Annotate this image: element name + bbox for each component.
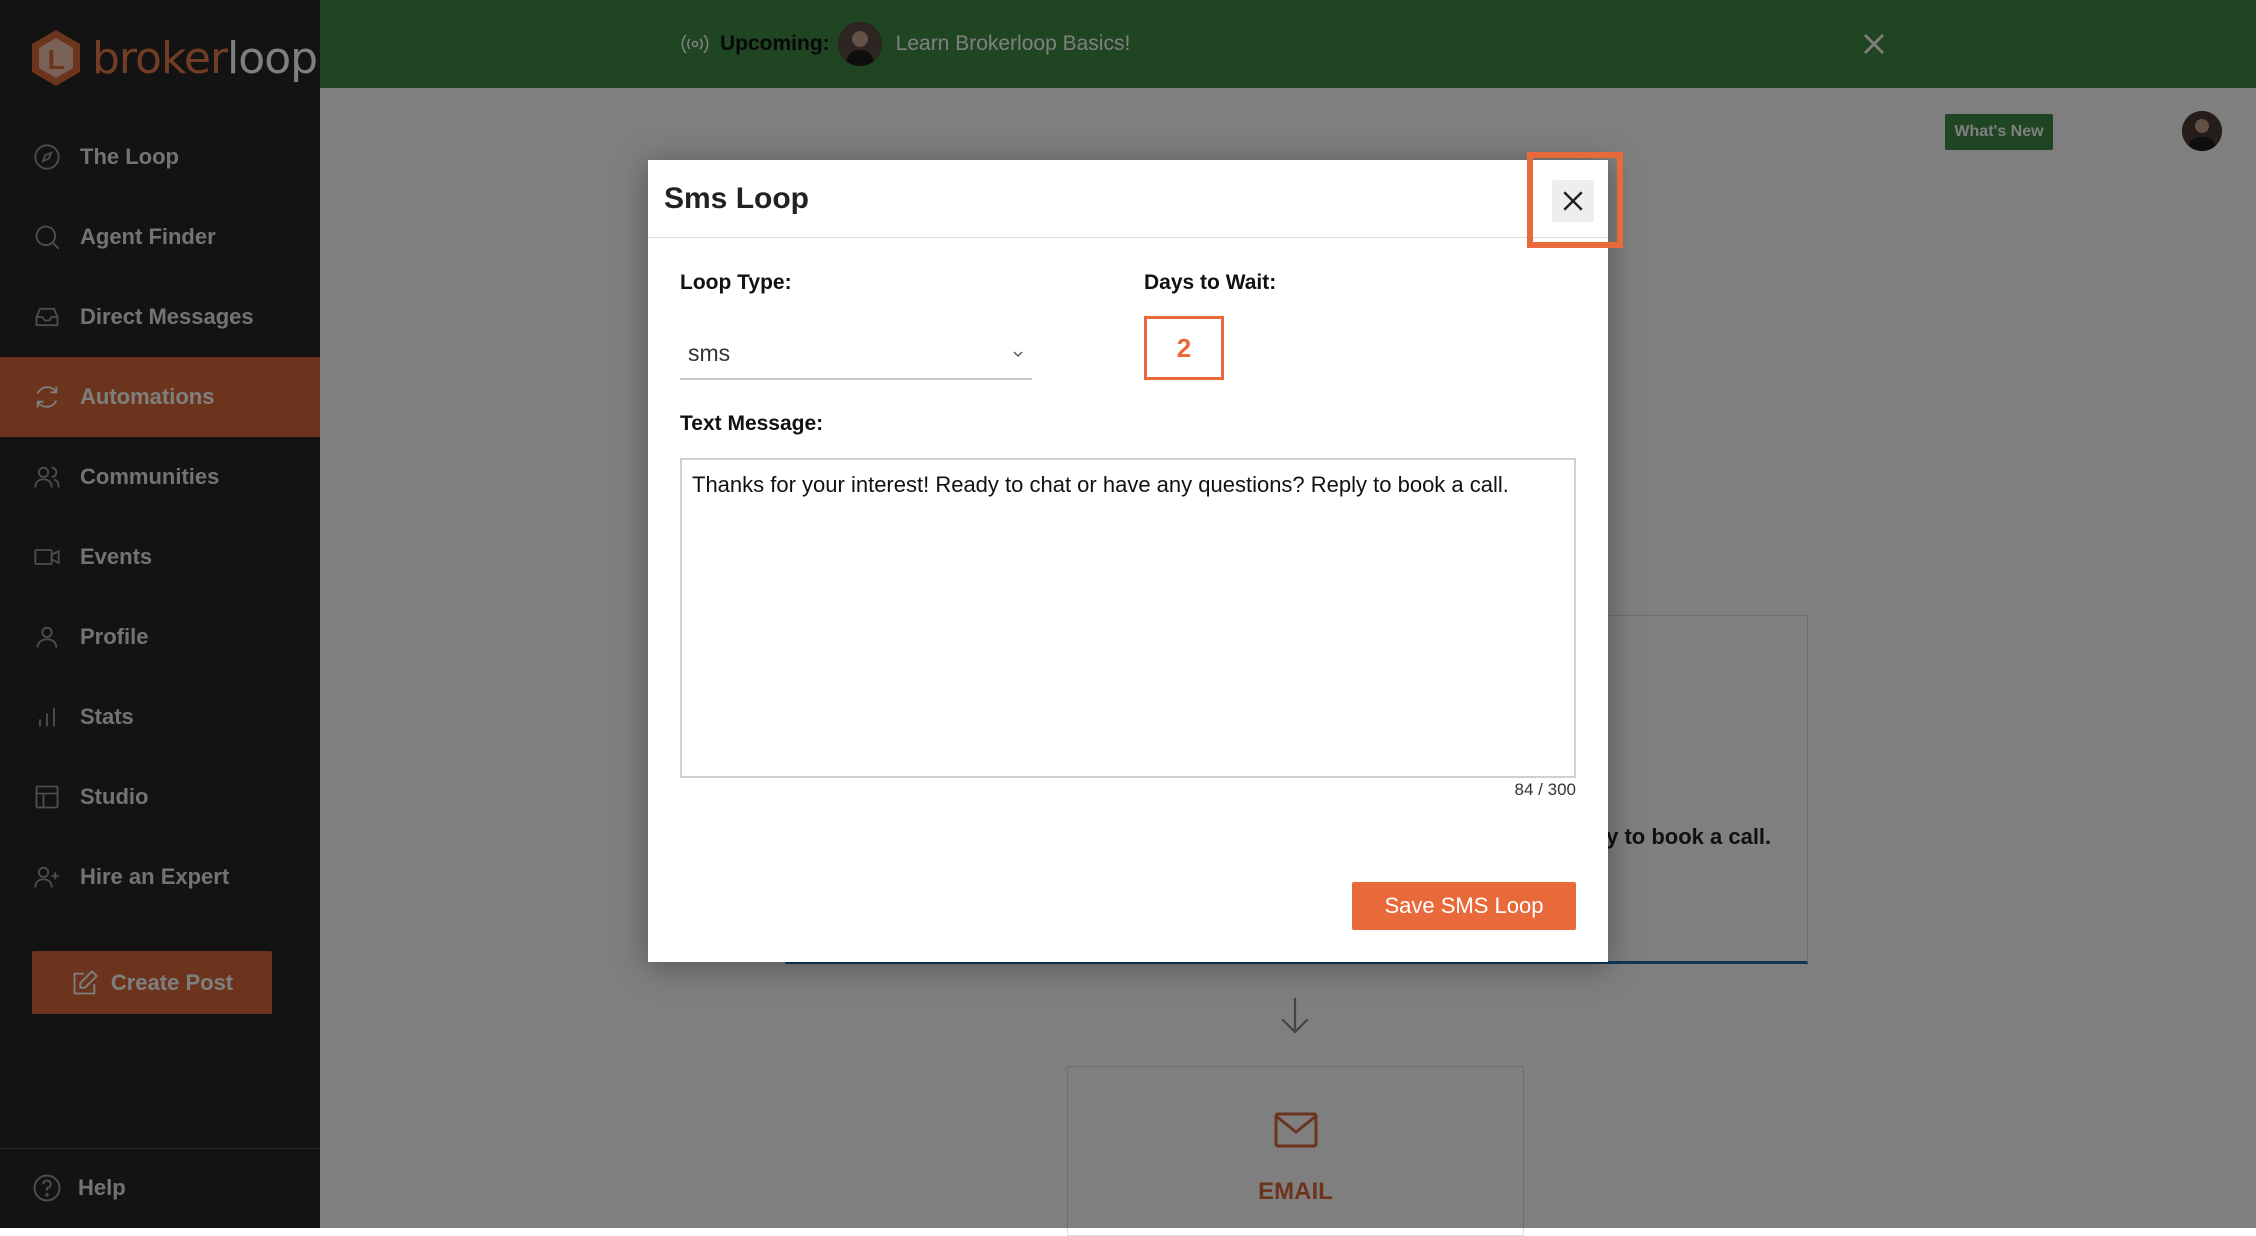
sms-loop-modal: Sms Loop Loop Type: Days to Wait: sms 2 … [648, 160, 1608, 962]
modal-header-divider [648, 237, 1608, 238]
save-sms-loop-button[interactable]: Save SMS Loop [1352, 882, 1576, 930]
modal-title: Sms Loop [664, 182, 810, 215]
character-counter: 84 / 300 [1514, 780, 1576, 799]
days-to-wait-label: Days to Wait: [1144, 271, 1277, 294]
text-message-textarea[interactable]: Thanks for your interest! Ready to chat … [680, 458, 1576, 778]
save-button-label: Save SMS Loop [1384, 893, 1544, 918]
loop-type-select[interactable]: sms [680, 330, 1032, 380]
days-to-wait-input[interactable]: 2 [1144, 316, 1224, 380]
loop-type-value: sms [688, 340, 731, 366]
chevron-down-icon [1013, 351, 1023, 357]
text-message-label: Text Message: [680, 412, 824, 435]
close-button-highlight [1527, 152, 1623, 248]
loop-type-label: Loop Type: [680, 271, 792, 294]
